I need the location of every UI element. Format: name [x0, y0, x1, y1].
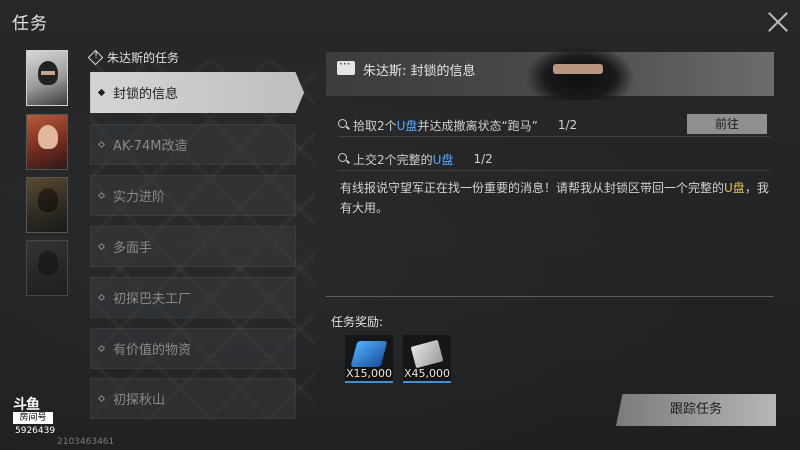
cash-bundle-icon [410, 339, 444, 369]
bullet-icon [97, 191, 106, 200]
crystal-currency-icon [350, 341, 388, 367]
quest-item[interactable]: 初探秋山 [90, 378, 296, 419]
detail-title: 朱达斯: 封锁的信息 [363, 64, 476, 79]
douyu-logo: 斗鱼 [13, 397, 40, 413]
description-item: U盘 [724, 181, 745, 195]
close-icon[interactable] [766, 10, 790, 34]
quest-label: 实力进阶 [113, 190, 166, 205]
description-text: 有线报说守望军正在找一份重要的消息！请帮我从封锁区带回一个完整的 [340, 181, 725, 195]
bullet-icon [97, 344, 106, 353]
quest-item[interactable]: 多面手 [90, 226, 296, 267]
bullet-icon [97, 88, 106, 97]
quest-description: 有线报说守望军正在找一份重要的消息！请帮我从封锁区带回一个完整的U盘，我有大用。 [340, 178, 770, 218]
bullet-icon [97, 140, 106, 149]
reward-quantity: X15,000 [345, 367, 393, 380]
bullet-icon [97, 394, 106, 403]
avatar-judas[interactable] [26, 50, 68, 106]
giver-title: 朱达斯的任务 [87, 49, 180, 66]
reward-item[interactable]: X15,000 [345, 335, 393, 383]
quest-item[interactable]: 初探巴夫工厂 [90, 277, 296, 318]
quest-item[interactable]: AK-74M改造 [90, 124, 296, 165]
objective-text: 拾取2个 [353, 118, 397, 133]
objective-text-post: 并达成撤离状态“跑马” [417, 118, 538, 133]
track-quest-button[interactable]: 跟踪任务 [616, 394, 776, 426]
user-id: 2103463461 [57, 437, 115, 447]
divider [326, 296, 774, 297]
quest-item[interactable]: 有价值的物资 [90, 328, 296, 369]
quest-item[interactable]: 实力进阶 [90, 175, 296, 216]
quest-label: AK-74M改造 [113, 139, 188, 154]
avatar-giver-4[interactable] [26, 240, 68, 296]
reward-item[interactable]: X45,000 [403, 335, 451, 383]
goto-button[interactable]: 前往 [687, 114, 767, 134]
quest-item[interactable]: 封锁的信息 [90, 72, 304, 113]
quest-label: 有价值的物资 [113, 343, 192, 358]
bullet-icon [97, 293, 106, 302]
reward-quantity: X45,000 [403, 367, 451, 380]
objective-item: U盘 [432, 152, 454, 167]
quest-label: 多面手 [113, 241, 153, 256]
giver-name: 朱达斯的任务 [107, 51, 180, 65]
page-title: 任务 [12, 14, 48, 34]
quest-label: 封锁的信息 [113, 87, 179, 102]
quest-label: 初探巴夫工厂 [113, 292, 192, 307]
chat-bubble-icon [337, 57, 355, 75]
alert-diamond-icon [87, 49, 104, 66]
room-number: 5926439 [15, 426, 56, 436]
objective-progress: 1/2 [473, 152, 493, 166]
magnifier-icon [338, 153, 350, 165]
reward-label: 任务奖励: [331, 315, 384, 329]
bullet-icon [97, 242, 106, 251]
quest-label: 初探秋山 [113, 393, 166, 408]
objective-item: U盘 [396, 118, 418, 133]
objective-row: 上交2个完整的 U盘 1/2 [338, 148, 770, 171]
objective-progress: 1/2 [557, 118, 578, 132]
room-label: 房间号 [13, 412, 53, 424]
avatar-giver-3[interactable] [26, 177, 68, 233]
magnifier-icon [338, 119, 350, 131]
avatar-giver-2[interactable] [26, 114, 68, 170]
judas-portrait-eyes [553, 64, 603, 74]
objective-text: 上交2个完整的 [353, 152, 433, 167]
